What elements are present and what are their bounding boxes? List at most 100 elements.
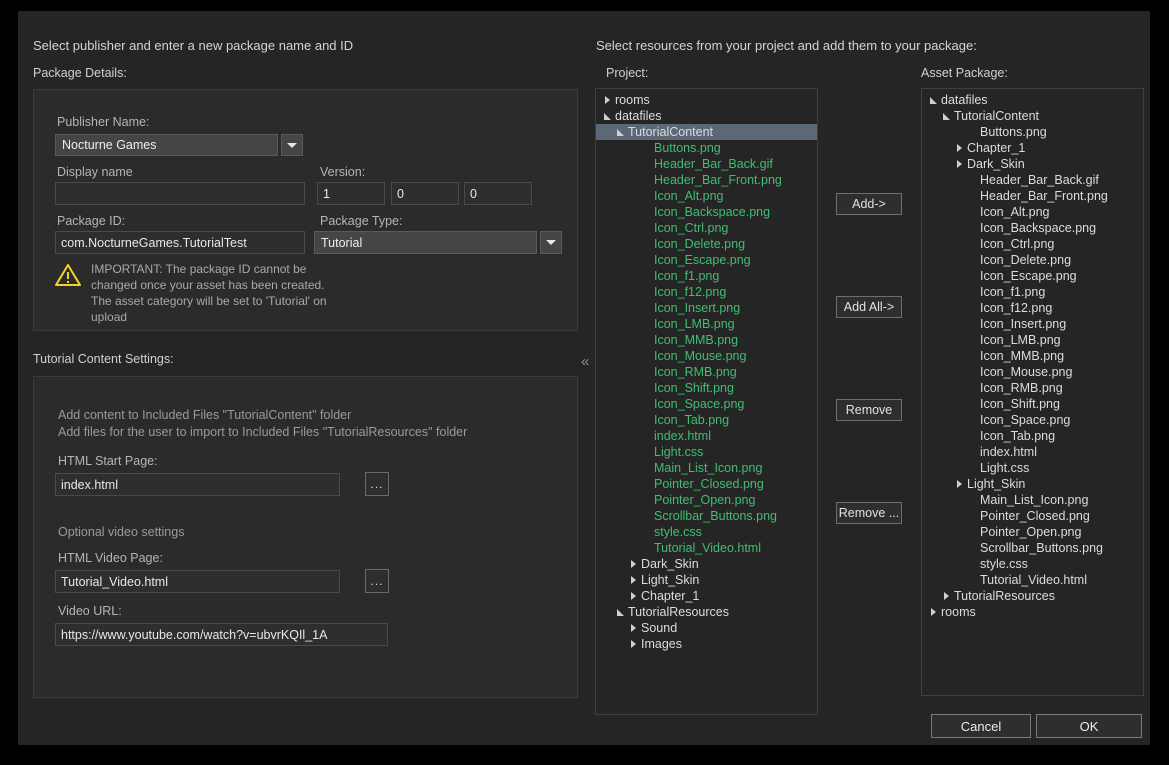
project-tree-row[interactable]: Chapter_1 [596,588,817,604]
asset-tree-row[interactable]: Scrollbar_Buttons.png [922,540,1143,556]
tree-twisty-expanded[interactable] [615,124,628,140]
collapse-panel-icon[interactable]: « [581,354,589,369]
asset-tree-row[interactable]: Main_List_Icon.png [922,492,1143,508]
project-tree-row[interactable]: Icon_Space.png [596,396,817,412]
project-tree-row[interactable]: Icon_Ctrl.png [596,220,817,236]
asset-tree-row[interactable]: Light.css [922,460,1143,476]
asset-tree-row[interactable]: Icon_Mouse.png [922,364,1143,380]
tree-twisty-collapsed[interactable] [941,588,954,604]
asset-tree-row[interactable]: Light_Skin [922,476,1143,492]
asset-tree-row[interactable]: Pointer_Open.png [922,524,1143,540]
asset-tree-row[interactable]: Icon_Ctrl.png [922,236,1143,252]
asset-tree-row[interactable]: Header_Bar_Back.gif [922,172,1143,188]
tree-twisty-collapsed[interactable] [954,476,967,492]
tree-twisty-collapsed[interactable] [628,572,641,588]
chevron-right-icon[interactable] [631,640,636,648]
cancel-button[interactable]: Cancel [931,714,1031,738]
tree-twisty-collapsed[interactable] [928,604,941,620]
project-tree-row[interactable]: Icon_Shift.png [596,380,817,396]
asset-tree-row[interactable]: Icon_LMB.png [922,332,1143,348]
version-minor-input[interactable]: 0 [391,182,459,205]
project-tree-row[interactable]: Icon_Backspace.png [596,204,817,220]
project-tree-row[interactable]: Buttons.png [596,140,817,156]
package-id-input[interactable]: com.NocturneGames.TutorialTest [55,231,305,254]
chevron-down-icon[interactable] [930,97,937,104]
project-tree-row[interactable]: Icon_f12.png [596,284,817,300]
project-tree-row[interactable]: Light_Skin [596,572,817,588]
tree-twisty-collapsed[interactable] [954,156,967,172]
chevron-right-icon[interactable] [631,592,636,600]
asset-tree-row[interactable]: datafiles [922,92,1143,108]
asset-package-tree[interactable]: datafilesTutorialContentButtons.pngChapt… [921,88,1144,696]
chevron-right-icon[interactable] [957,160,962,168]
add-all-button[interactable]: Add All-> [836,296,902,318]
chevron-right-icon[interactable] [944,592,949,600]
project-tree-row[interactable]: TutorialResources [596,604,817,620]
version-patch-input[interactable]: 0 [464,182,532,205]
video-url-input[interactable]: https://www.youtube.com/watch?v=ubvrKQIl… [55,623,388,646]
project-tree-row[interactable]: Icon_LMB.png [596,316,817,332]
remove-button[interactable]: Remove [836,399,902,421]
tree-twisty-collapsed[interactable] [628,620,641,636]
publisher-name-combobox[interactable]: Nocturne Games [55,134,303,156]
project-tree-row[interactable]: Icon_Insert.png [596,300,817,316]
project-tree[interactable]: roomsdatafilesTutorialContentButtons.png… [595,88,818,715]
project-tree-row[interactable]: Pointer_Closed.png [596,476,817,492]
remove-all-button[interactable]: Remove ... [836,502,902,524]
project-tree-row[interactable]: Icon_Mouse.png [596,348,817,364]
project-tree-row[interactable]: Main_List_Icon.png [596,460,817,476]
asset-tree-row[interactable]: Icon_Escape.png [922,268,1143,284]
project-tree-row[interactable]: Icon_MMB.png [596,332,817,348]
chevron-right-icon[interactable] [957,144,962,152]
asset-tree-row[interactable]: Icon_Delete.png [922,252,1143,268]
project-tree-row[interactable]: Light.css [596,444,817,460]
asset-tree-row[interactable]: Buttons.png [922,124,1143,140]
tree-twisty-collapsed[interactable] [628,588,641,604]
project-tree-row[interactable]: Pointer_Open.png [596,492,817,508]
project-tree-row[interactable]: Icon_Escape.png [596,252,817,268]
asset-tree-row[interactable]: Icon_Space.png [922,412,1143,428]
asset-tree-row[interactable]: Icon_f12.png [922,300,1143,316]
chevron-down-icon[interactable] [617,129,624,136]
asset-tree-row[interactable]: TutorialResources [922,588,1143,604]
package-type-value[interactable]: Tutorial [314,231,537,254]
project-tree-row[interactable]: index.html [596,428,817,444]
ok-button[interactable]: OK [1036,714,1142,738]
project-tree-row[interactable]: Icon_Alt.png [596,188,817,204]
project-tree-row[interactable]: Icon_Delete.png [596,236,817,252]
chevron-down-icon[interactable] [617,609,624,616]
tree-twisty-collapsed[interactable] [602,92,615,108]
html-video-page-browse-button[interactable]: ... [365,569,389,593]
tree-twisty-expanded[interactable] [615,604,628,620]
project-tree-row[interactable]: Header_Bar_Front.png [596,172,817,188]
tree-twisty-collapsed[interactable] [628,556,641,572]
chevron-right-icon[interactable] [605,96,610,104]
project-tree-row[interactable]: Scrollbar_Buttons.png [596,508,817,524]
publisher-dropdown-button[interactable] [281,134,303,156]
asset-tree-row[interactable]: rooms [922,604,1143,620]
project-tree-row[interactable]: Sound [596,620,817,636]
project-tree-row[interactable]: Icon_Tab.png [596,412,817,428]
add-button[interactable]: Add-> [836,193,902,215]
asset-tree-row[interactable]: style.css [922,556,1143,572]
tree-twisty-expanded[interactable] [602,108,615,124]
asset-tree-row[interactable]: index.html [922,444,1143,460]
project-tree-row[interactable]: datafiles [596,108,817,124]
project-tree-row[interactable]: rooms [596,92,817,108]
asset-tree-row[interactable]: Icon_Shift.png [922,396,1143,412]
asset-tree-row[interactable]: Dark_Skin [922,156,1143,172]
tree-twisty-collapsed[interactable] [954,140,967,156]
asset-tree-row[interactable]: Tutorial_Video.html [922,572,1143,588]
chevron-right-icon[interactable] [631,560,636,568]
tree-twisty-collapsed[interactable] [628,636,641,652]
asset-tree-row[interactable]: Icon_RMB.png [922,380,1143,396]
display-name-input[interactable] [55,182,305,205]
html-video-page-input[interactable]: Tutorial_Video.html [55,570,340,593]
asset-tree-row[interactable]: Pointer_Closed.png [922,508,1143,524]
asset-tree-row[interactable]: Header_Bar_Front.png [922,188,1143,204]
html-start-page-browse-button[interactable]: ... [365,472,389,496]
tree-twisty-expanded[interactable] [941,108,954,124]
version-major-input[interactable]: 1 [317,182,385,205]
asset-tree-row[interactable]: Icon_Insert.png [922,316,1143,332]
html-start-page-input[interactable]: index.html [55,473,340,496]
